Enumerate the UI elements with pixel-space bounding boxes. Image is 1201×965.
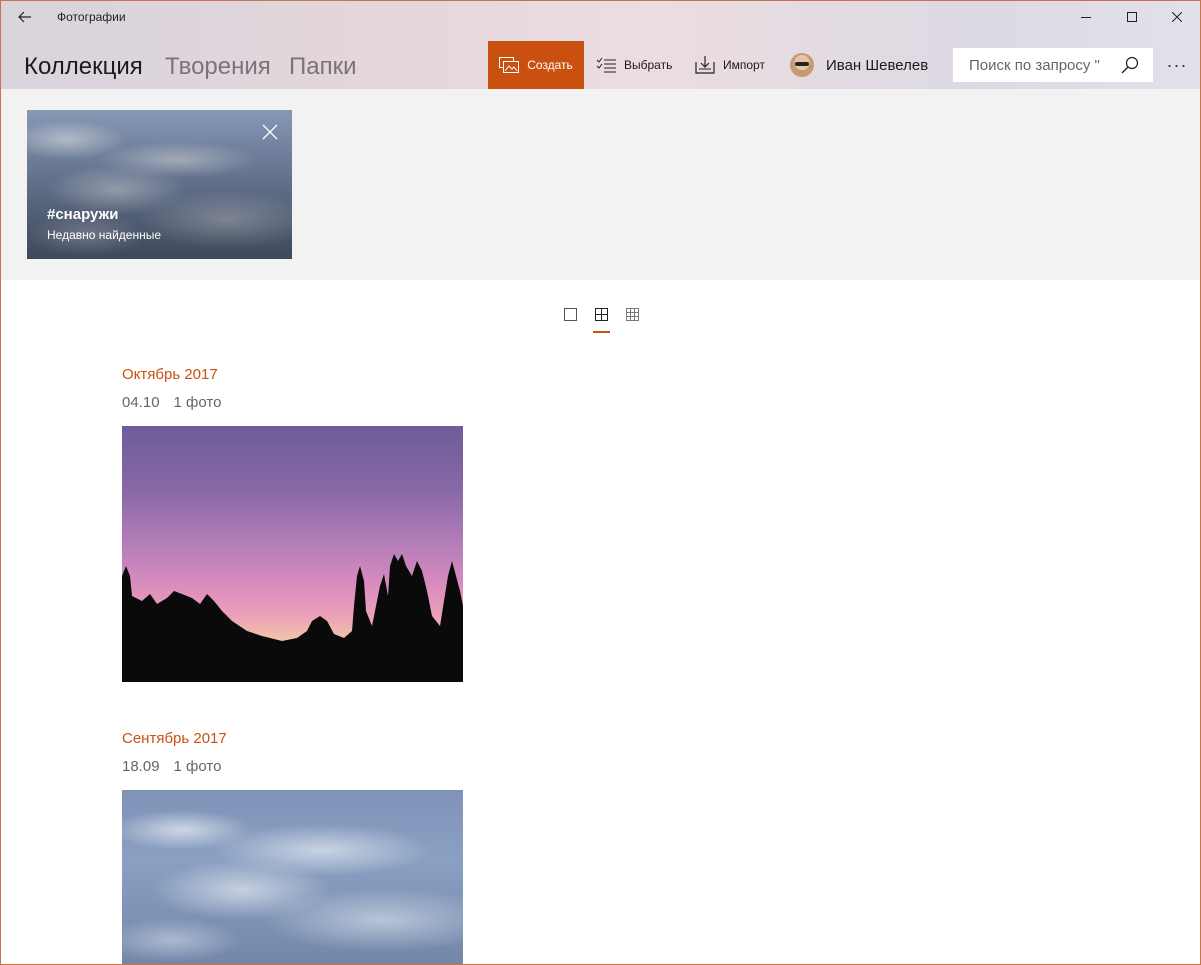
tab-folders[interactable]: Папки <box>289 51 357 83</box>
create-button[interactable]: Создать <box>488 41 584 89</box>
group-date: 04.10 <box>122 394 160 411</box>
more-options-button[interactable]: ··· <box>1159 49 1195 81</box>
view-small-button[interactable] <box>623 308 643 336</box>
group-meta-october: 04.10 1 фото <box>122 394 221 411</box>
group-title-october[interactable]: Октябрь 2017 <box>122 366 218 383</box>
search-icon <box>1121 56 1139 74</box>
avatar <box>790 53 814 77</box>
minimize-icon <box>1081 17 1091 18</box>
import-icon <box>695 56 715 74</box>
photos-window: Фотографии Коллекция Творения Папки Созд… <box>0 0 1201 965</box>
grid-four-icon <box>595 308 608 321</box>
select-button-label: Выбрать <box>624 58 673 72</box>
photo-thumbnail-clouds[interactable] <box>122 790 463 964</box>
close-icon <box>1172 12 1182 22</box>
maximize-button[interactable] <box>1109 1 1155 33</box>
user-account[interactable]: Иван Шевелев <box>790 41 928 89</box>
tab-collection[interactable]: Коллекция <box>24 51 143 83</box>
search-input[interactable] <box>969 56 1129 74</box>
select-button[interactable]: Выбрать <box>596 41 672 89</box>
search-box <box>953 48 1153 82</box>
tree-silhouette <box>122 554 463 682</box>
back-button[interactable] <box>9 3 41 31</box>
select-list-icon <box>596 57 616 73</box>
group-meta-september: 18.09 1 фото <box>122 758 221 775</box>
close-icon <box>262 124 278 140</box>
create-photos-icon <box>499 57 520 73</box>
user-name: Иван Шевелев <box>826 56 929 74</box>
group-date: 18.09 <box>122 758 160 775</box>
import-button-label: Импорт <box>723 58 765 72</box>
tag-title: #снаружи <box>47 206 119 223</box>
tag-card[interactable]: #снаружи Недавно найденные <box>27 110 292 259</box>
grid-nine-icon <box>626 308 639 321</box>
minimize-button[interactable] <box>1063 1 1109 33</box>
maximize-icon <box>1127 12 1137 22</box>
view-large-button[interactable] <box>561 308 581 336</box>
single-square-icon <box>564 308 577 321</box>
view-medium-button[interactable] <box>592 308 612 336</box>
title-bar: Фотографии <box>1 1 1200 33</box>
tag-banner: #снаружи Недавно найденные <box>1 89 1200 280</box>
tag-subtitle: Недавно найденные <box>47 228 161 242</box>
search-button[interactable] <box>1121 56 1139 79</box>
create-button-label: Создать <box>527 58 573 72</box>
tab-creations[interactable]: Творения <box>165 51 271 83</box>
back-arrow-icon <box>18 11 31 23</box>
photo-thumbnail-sunset[interactable] <box>122 426 463 682</box>
group-title-september[interactable]: Сентябрь 2017 <box>122 730 227 747</box>
app-header: Фотографии Коллекция Творения Папки Созд… <box>1 1 1200 89</box>
dismiss-tag-button[interactable] <box>260 122 280 142</box>
close-button[interactable] <box>1154 1 1200 33</box>
app-title: Фотографии <box>57 10 126 24</box>
import-button[interactable]: Импорт <box>695 41 765 89</box>
group-count: 1 фото <box>173 758 222 775</box>
group-count: 1 фото <box>173 394 222 411</box>
